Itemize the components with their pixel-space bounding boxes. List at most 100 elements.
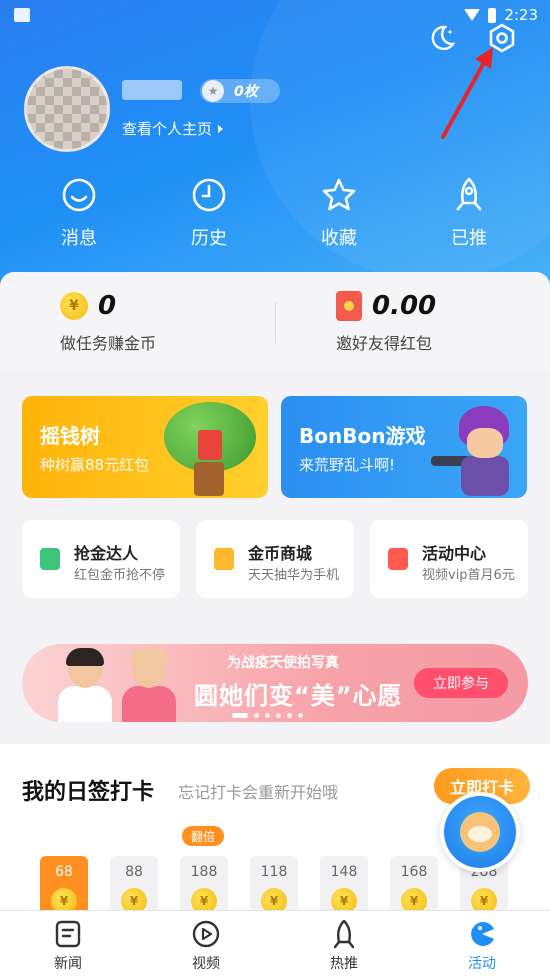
person-image — [120, 648, 178, 722]
checkin-day: 118 ¥ — [250, 856, 298, 914]
checkin-day: 88 ¥ — [110, 856, 158, 914]
tab-label: 活动 — [468, 956, 496, 972]
wifi-icon — [464, 9, 481, 21]
checkin-day: 148 ¥ — [320, 856, 368, 914]
activity-center-card[interactable]: 活动中心 视频vip首月6元 — [370, 520, 528, 598]
carousel-dot — [265, 713, 270, 718]
checkin-subtitle: 忘记打卡会重新开始哦 — [178, 783, 339, 802]
tab-label: 热推 — [330, 956, 358, 972]
wallet-divider — [275, 302, 276, 342]
gift-icon — [388, 548, 408, 570]
shopping-bag-icon — [214, 548, 234, 570]
carousel-dot — [298, 713, 303, 718]
coins-value-row: ¥ 0 — [60, 290, 260, 322]
grab-coins-card[interactable]: 抢金达人 红包金币抢不停 — [22, 520, 180, 598]
day-reward: 168 — [400, 864, 428, 880]
campaign-banner[interactable]: 为战疫天使拍写真 圆她们变“美”心愿 立即参与 — [22, 644, 528, 722]
banner-title: 圆她们变“美”心愿 — [194, 682, 403, 710]
money-tree-card[interactable]: 摇钱树 种树赢88元红包 — [22, 396, 268, 498]
rocket-icon — [456, 177, 482, 211]
checkin-day: 68 ¥ — [40, 856, 88, 914]
red-packet-icon — [336, 291, 362, 321]
coin-mall-subtitle: 天天抽华为手机 — [248, 568, 340, 583]
notification-icon — [14, 8, 30, 22]
red-packet-value: 0.00 — [372, 291, 437, 321]
status-bar: 2:23 — [0, 0, 550, 32]
bonbon-game-card[interactable]: BonBon游戏 来荒野乱斗啊! — [281, 396, 527, 498]
chevron-right-icon — [218, 124, 224, 133]
activity-icon — [471, 922, 494, 946]
badge-count: 0枚 — [234, 84, 258, 100]
red-packet-value-row: 0.00 — [336, 290, 536, 322]
game-character-icon — [431, 406, 517, 498]
wallet-panel: ¥ 0 做任务赚金币 0.00 邀好友得红包 — [0, 272, 550, 372]
banner-subtitle: 为战疫天使拍写真 — [227, 655, 339, 671]
quick-action-favorites[interactable]: 收藏 — [294, 176, 384, 250]
rocket-icon — [333, 919, 355, 949]
tab-label: 视频 — [192, 956, 220, 972]
coin-mall-card[interactable]: 金币商城 天天抽华为手机 — [196, 520, 354, 598]
carousel-dot — [276, 713, 281, 718]
avatar[interactable] — [24, 66, 110, 152]
red-packet-label: 邀好友得红包 — [336, 334, 433, 353]
day-reward: 188 — [190, 864, 218, 880]
play-icon — [192, 920, 220, 948]
quick-action-pushed[interactable]: 已推 — [424, 176, 514, 250]
coins-value: 0 — [98, 291, 117, 321]
annotation-arrow — [441, 47, 493, 139]
grab-coins-title: 抢金达人 — [74, 544, 139, 563]
view-profile-link[interactable]: 查看个人主页 — [122, 118, 224, 139]
bonbon-game-title: BonBon游戏 — [299, 424, 426, 448]
red-packet-item[interactable]: 0.00 邀好友得红包 — [336, 290, 536, 354]
message-icon — [62, 178, 96, 212]
double-tag: 翻倍 — [182, 826, 224, 846]
join-now-button[interactable]: 立即参与 — [414, 668, 508, 698]
star-icon — [322, 178, 356, 211]
activity-center-subtitle: 视频vip首月6元 — [422, 568, 515, 583]
checkin-day: 168 ¥ — [390, 856, 438, 914]
person-image — [56, 648, 114, 722]
quick-action-label: 收藏 — [321, 228, 357, 249]
coin-mall-title: 金币商城 — [248, 544, 313, 563]
bottom-tab-bar: 新闻 视频 热推 活动 — [0, 910, 550, 978]
money-tree-icon — [160, 402, 260, 498]
document-icon — [40, 548, 60, 570]
tab-label: 新闻 — [54, 956, 82, 972]
tab-news[interactable]: 新闻 — [28, 919, 108, 973]
carousel-dot — [287, 713, 292, 718]
activity-center-title: 活动中心 — [422, 544, 487, 563]
hamster-mascot-icon — [460, 812, 500, 852]
mascot-background — [444, 796, 516, 868]
bonbon-game-subtitle: 来荒野乱斗啊! — [299, 456, 396, 474]
quick-action-label: 历史 — [191, 228, 227, 249]
money-tree-subtitle: 种树赢88元红包 — [40, 456, 150, 474]
carousel-dot — [232, 713, 248, 718]
floating-mascot-button[interactable] — [440, 792, 520, 872]
medal-badge[interactable]: ★ 0枚 — [200, 79, 280, 103]
day-reward: 148 — [330, 864, 358, 880]
quick-action-label: 已推 — [451, 228, 487, 249]
tab-activity[interactable]: 活动 — [442, 919, 522, 973]
quick-action-history[interactable]: 历史 — [164, 176, 254, 250]
carousel-indicator — [232, 713, 303, 718]
clock-icon — [192, 178, 226, 212]
tab-video[interactable]: 视频 — [166, 919, 246, 973]
quick-action-label: 消息 — [61, 228, 97, 249]
carousel-dot — [254, 713, 259, 718]
day-reward: 118 — [260, 864, 288, 880]
tab-hot[interactable]: 热推 — [304, 919, 384, 973]
quick-action-messages[interactable]: 消息 — [34, 176, 124, 250]
medal-icon: ★ — [202, 80, 224, 102]
view-profile-label: 查看个人主页 — [122, 120, 213, 138]
day-reward: 88 — [125, 864, 143, 880]
checkin-day: 188 ¥ — [180, 856, 228, 914]
username-redacted[interactable] — [122, 80, 182, 100]
coin-icon: ¥ — [60, 292, 88, 320]
coins-label: 做任务赚金币 — [60, 334, 157, 353]
coins-item[interactable]: ¥ 0 做任务赚金币 — [60, 290, 260, 354]
checkin-title: 我的日签打卡 — [22, 780, 155, 805]
grab-coins-subtitle: 红包金币抢不停 — [74, 568, 166, 583]
day-reward: 68 — [55, 864, 73, 880]
money-tree-title: 摇钱树 — [40, 424, 100, 448]
news-icon — [55, 920, 81, 948]
